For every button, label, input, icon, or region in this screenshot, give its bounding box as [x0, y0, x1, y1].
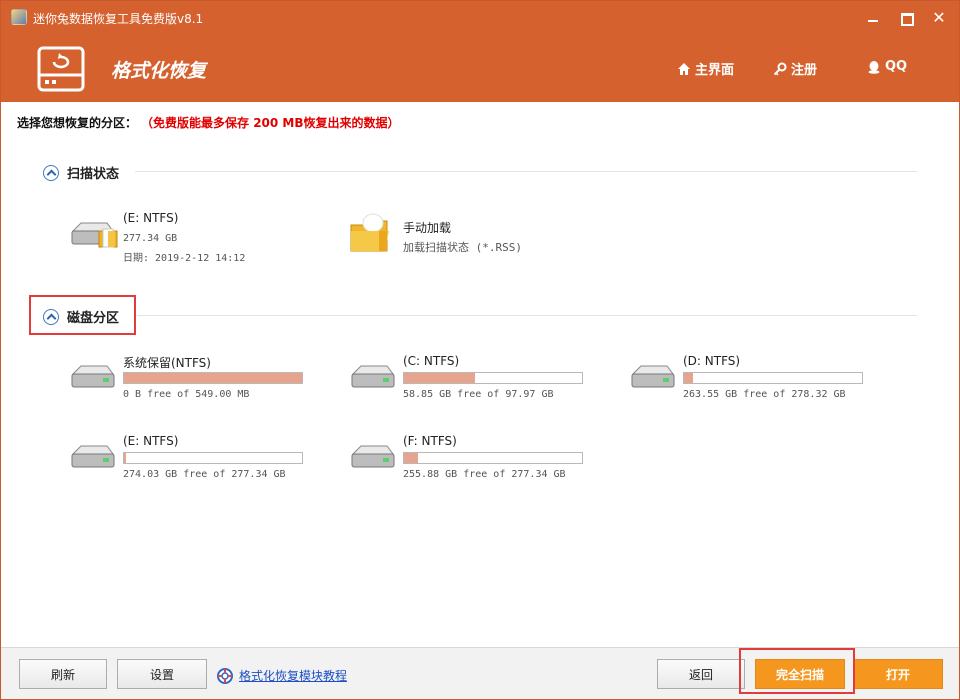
saved-scan-item[interactable]: (E: NTFS) 277.34 GB 日期: 2019-2-12 14:12: [69, 211, 319, 271]
usage-fill: [124, 453, 127, 463]
scan-status-title: 扫描状态: [67, 167, 120, 182]
manual-load-item[interactable]: 手动加载 加载扫描状态 (*.RSS): [349, 211, 599, 271]
partition-item[interactable]: (F: NTFS) 255.88 GB free of 277.34 GB: [349, 434, 599, 494]
nav-home[interactable]: 主界面: [677, 59, 734, 78]
hard-drive-icon: [71, 365, 115, 388]
prompt-label: 选择您想恢复的分区：: [17, 116, 138, 130]
partition-name: (D: NTFS): [683, 354, 741, 368]
lifebuoy-icon: [217, 667, 233, 684]
partition-free-space: 0 B free of 549.00 MB: [123, 389, 250, 400]
partitions-title: 磁盘分区: [67, 311, 120, 326]
usage-bar: [123, 372, 303, 384]
back-button[interactable]: 返回: [657, 659, 745, 689]
open-button[interactable]: 打开: [853, 659, 943, 689]
usage-fill: [404, 373, 476, 383]
folder-open-icon: [350, 213, 389, 252]
home-icon: [678, 62, 690, 75]
usage-bar: [403, 452, 583, 464]
qq-penguin-icon: [868, 60, 880, 74]
tutorial-link[interactable]: 格式化恢复模块教程: [217, 667, 347, 684]
partition-name: (E: NTFS): [123, 434, 179, 448]
maximize-button[interactable]: [894, 9, 918, 27]
hard-drive-icon: [351, 445, 395, 468]
usage-bar: [123, 452, 303, 464]
manual-load-title: 手动加载: [403, 221, 452, 235]
scan-status-header[interactable]: 扫描状态: [43, 163, 119, 182]
saved-scan-date: 日期: 2019-2-12 14:12: [123, 253, 246, 264]
settings-button[interactable]: 设置: [117, 659, 207, 689]
partition-name: (F: NTFS): [403, 434, 457, 448]
title-bar[interactable]: 迷你兔数据恢复工具免费版v8.1 ✕: [1, 1, 959, 31]
module-title: 格式化恢复: [111, 60, 207, 82]
partitions-header[interactable]: 磁盘分区: [43, 307, 119, 326]
section-divider: [137, 315, 917, 316]
saved-scan-size: 277.34 GB: [123, 233, 178, 244]
collapse-icon[interactable]: [43, 164, 59, 181]
manual-load-desc: 加载扫描状态 (*.RSS): [403, 241, 522, 254]
partition-prompt: 选择您想恢复的分区： （免费版能最多保存 200 MB恢复出来的数据）: [17, 114, 400, 131]
partition-free-space: 263.55 GB free of 278.32 GB: [683, 389, 846, 400]
partition-free-space: 58.85 GB free of 97.97 GB: [403, 389, 554, 400]
minimize-button[interactable]: [861, 9, 885, 27]
hard-drive-icon: [351, 365, 395, 388]
partition-item[interactable]: (C: NTFS) 58.85 GB free of 97.97 GB: [349, 354, 599, 414]
partition-free-space: 274.03 GB free of 277.34 GB: [123, 469, 286, 480]
refresh-button[interactable]: 刷新: [19, 659, 107, 689]
nav-register[interactable]: 注册: [773, 59, 817, 78]
close-button[interactable]: ✕: [927, 9, 951, 27]
hard-drive-icon: [631, 365, 675, 388]
usage-bar: [403, 372, 583, 384]
collapse-icon[interactable]: [43, 308, 59, 325]
free-limit-warning: （免费版能最多保存 200 MB恢复出来的数据）: [147, 116, 400, 130]
key-icon: [773, 62, 787, 76]
app-window: 迷你兔数据恢复工具免费版v8.1 ✕ 格式化恢复 主界面 注册 QQ 选择您想恢…: [0, 0, 960, 700]
section-divider: [135, 171, 917, 172]
folder-icon: [98, 228, 118, 248]
header: 迷你兔数据恢复工具免费版v8.1 ✕ 格式化恢复 主界面 注册 QQ: [1, 1, 959, 102]
tutorial-link-label: 格式化恢复模块教程: [239, 669, 348, 683]
window-title: 迷你兔数据恢复工具免费版v8.1: [33, 12, 204, 26]
usage-fill: [124, 373, 302, 383]
nav-home-label: 主界面: [695, 63, 735, 78]
partition-item[interactable]: (E: NTFS) 274.03 GB free of 277.34 GB: [69, 434, 319, 494]
nav-qq[interactable]: QQ: [867, 59, 907, 74]
partition-free-space: 255.88 GB free of 277.34 GB: [403, 469, 566, 480]
partition-name: (C: NTFS): [403, 354, 460, 368]
nav-register-label: 注册: [791, 63, 818, 78]
usage-bar: [683, 372, 863, 384]
full-scan-highlight: [739, 648, 855, 694]
usage-fill: [684, 373, 694, 383]
hard-drive-restore-icon: [37, 46, 85, 92]
saved-scan-name: (E: NTFS): [123, 211, 179, 225]
nav-qq-label: QQ: [885, 59, 908, 74]
usage-fill: [404, 453, 418, 463]
partition-name: 系统保留(NTFS): [123, 356, 211, 370]
app-icon: [11, 9, 27, 25]
partition-item[interactable]: 系统保留(NTFS) 0 B free of 549.00 MB: [69, 354, 319, 414]
hard-drive-icon: [71, 445, 115, 468]
partition-item[interactable]: (D: NTFS) 263.55 GB free of 278.32 GB: [629, 354, 879, 414]
